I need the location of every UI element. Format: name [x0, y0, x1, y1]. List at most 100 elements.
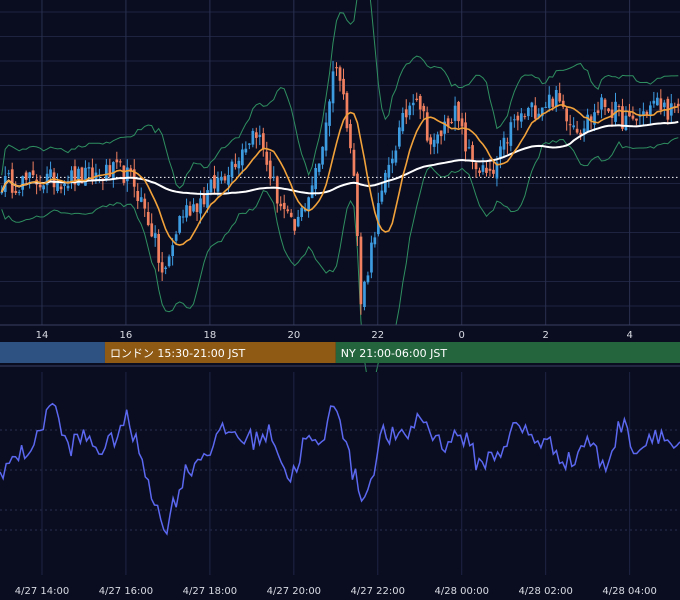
main-x-tick-label: 20	[287, 330, 300, 341]
chart-root: 14 16 18 20 22 0 2 4 ロンドン 15:30-21:00 JST NY 21:…	[0, 0, 680, 600]
candle-body	[84, 167, 87, 186]
candle-body	[181, 216, 185, 218]
candle-body	[628, 112, 631, 117]
candle-body	[359, 236, 363, 305]
candle-body	[352, 149, 356, 176]
candle-body	[38, 184, 42, 188]
main-panel-background	[0, 0, 680, 325]
candle-body	[394, 150, 398, 163]
candle-body	[126, 167, 129, 182]
candle-body	[450, 122, 453, 124]
candle-body	[478, 170, 481, 173]
candle-body	[289, 212, 293, 217]
oscillator-x-tick-label: 4/28 04:00	[602, 586, 656, 597]
candle-body	[404, 109, 408, 118]
candle-body	[659, 98, 663, 110]
candle-body	[31, 170, 35, 175]
candle-body	[499, 146, 502, 158]
candle-body	[265, 151, 269, 165]
candle-body	[370, 242, 373, 273]
candle-body	[603, 99, 607, 107]
main-x-tick-label: 22	[371, 330, 384, 341]
candle-body	[28, 172, 31, 178]
oscillator-panel-background	[0, 372, 680, 575]
candle-body	[624, 115, 628, 130]
candle-body	[24, 172, 28, 180]
candle-body	[209, 179, 213, 192]
candle-body	[544, 106, 548, 108]
candle-body	[185, 205, 188, 218]
candle-body	[600, 97, 603, 110]
candle-body	[551, 98, 555, 107]
candle-body	[485, 167, 488, 173]
candle-body	[349, 124, 352, 149]
candle-body	[415, 98, 419, 100]
candle-body	[279, 203, 283, 207]
main-x-tick-label: 18	[204, 330, 217, 341]
candle-body	[248, 143, 251, 145]
candle-body	[492, 169, 495, 174]
candle-body	[178, 216, 181, 233]
candle-body	[398, 127, 401, 147]
candle-body	[506, 142, 509, 144]
candle-body	[66, 185, 70, 189]
candle-body	[192, 204, 195, 212]
candle-body	[160, 262, 164, 273]
candle-body	[335, 67, 338, 69]
candle-body	[244, 148, 248, 153]
chart-svg: 14 16 18 20 22 0 2 4 ロンドン 15:30-21:00 JST NY 21:…	[0, 0, 680, 597]
candle-body	[565, 108, 568, 122]
oscillator-panel	[0, 365, 680, 575]
candle-body	[105, 164, 108, 181]
candle-body	[136, 191, 140, 201]
candle-body	[527, 108, 530, 117]
candle-body	[467, 147, 471, 149]
candle-body	[115, 159, 119, 163]
candle-body	[642, 111, 645, 115]
candle-body	[422, 105, 426, 112]
candle-body	[146, 212, 150, 225]
oscillator-x-tick-label: 4/27 22:00	[351, 586, 405, 597]
candle-body	[310, 185, 314, 199]
oscillator-x-tick-label: 4/27 16:00	[99, 586, 153, 597]
candle-body	[112, 162, 115, 180]
candle-body	[213, 175, 216, 189]
candle-body	[656, 97, 659, 106]
candle-body	[119, 161, 122, 163]
candle-body	[59, 186, 63, 190]
candle-body	[425, 112, 429, 141]
main-x-axis-background	[0, 325, 680, 342]
candle-body	[338, 67, 342, 81]
candle-body	[268, 160, 272, 179]
candle-body	[63, 183, 66, 186]
candle-body	[663, 102, 666, 108]
candle-body	[331, 71, 335, 104]
candle-body	[429, 137, 432, 145]
candle-body	[199, 198, 202, 214]
candle-body	[324, 122, 328, 151]
candle-body	[202, 194, 206, 205]
candle-body	[464, 122, 467, 152]
candle-body	[457, 101, 460, 122]
main-x-tick-label: 14	[36, 330, 49, 341]
candle-body	[21, 176, 24, 190]
candle-body	[513, 119, 516, 121]
candle-body	[164, 267, 167, 269]
candle-body	[234, 163, 237, 168]
oscillator-x-tick-label: 4/27 18:00	[183, 586, 237, 597]
candle-body	[558, 93, 562, 102]
candle-body	[17, 191, 21, 193]
candle-body	[167, 256, 171, 267]
candle-body	[460, 118, 464, 127]
candle-body	[523, 116, 527, 118]
candle-body	[56, 182, 59, 191]
candle-body	[241, 149, 244, 166]
candle-body	[272, 176, 276, 178]
candle-body	[596, 110, 600, 113]
oscillator-x-tick-label: 4/28 00:00	[435, 586, 489, 597]
candle-body	[401, 113, 405, 132]
candle-body	[314, 168, 317, 190]
candle-body	[7, 173, 11, 175]
candle-body	[150, 223, 154, 237]
candle-body	[649, 105, 652, 116]
